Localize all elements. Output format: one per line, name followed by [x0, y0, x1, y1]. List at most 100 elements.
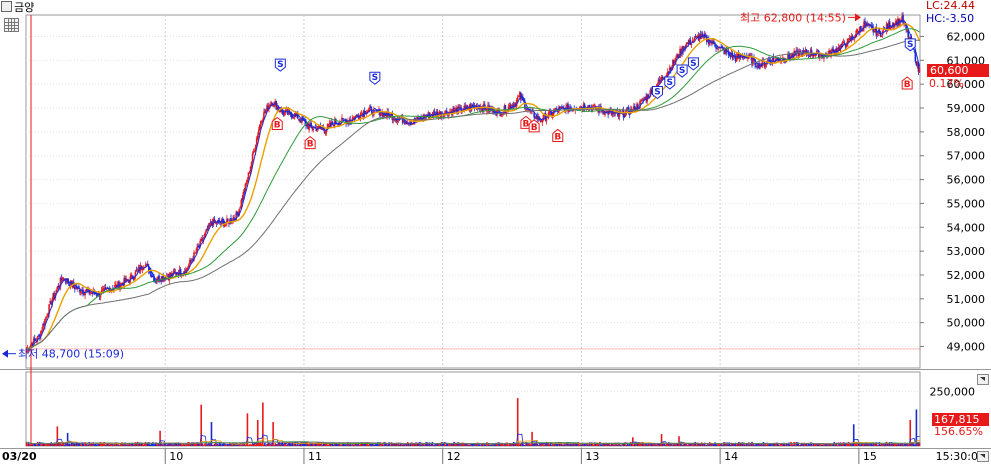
candle-body [292, 117, 295, 119]
candle-body [517, 96, 520, 98]
current-change: 0.17% [929, 77, 964, 90]
volume-bar [66, 432, 69, 446]
candle-body [541, 120, 544, 123]
candle-body [402, 120, 405, 122]
candle-body [327, 124, 330, 126]
sell-marker-label: S [907, 40, 913, 50]
price-tick-label: 49,000 [947, 341, 986, 354]
volume-ratio: 156.65% [934, 425, 983, 438]
candle-body [291, 116, 294, 118]
candle-body [360, 113, 363, 115]
sell-marker-label: S [667, 78, 673, 88]
candle-body [772, 57, 775, 61]
time-label-14: 14 [724, 450, 738, 463]
price-tick-label: 56,000 [947, 174, 986, 187]
candle-body [246, 180, 249, 182]
candle-body [204, 232, 207, 236]
sell-marker-label: S [372, 73, 378, 83]
candle-body [311, 127, 313, 129]
candle-body [873, 30, 876, 33]
candle-body [342, 118, 344, 120]
low-label: 최저 48,700 (15:09) [18, 348, 124, 361]
price-tick-label: 50,000 [947, 317, 986, 330]
candle-body [667, 71, 670, 73]
price-tick-label: 53,000 [947, 245, 986, 258]
candle-body [189, 259, 191, 265]
candle-body [374, 108, 376, 110]
candle-body [555, 108, 558, 110]
candle-body [261, 121, 263, 123]
time-label-12: 12 [447, 450, 461, 463]
buy-marker-label: B [522, 119, 529, 129]
time-label-15: 15 [863, 450, 877, 463]
candle-body [580, 106, 583, 108]
candle-body [369, 106, 372, 109]
price-tick-label: 55,000 [947, 197, 986, 210]
high-label: 최고 62,800 (14:55) [740, 11, 846, 24]
volume-menu-button[interactable] [977, 374, 989, 385]
buy-marker-label: B [274, 121, 281, 131]
candle-body [356, 114, 359, 116]
candle-body [498, 110, 501, 112]
volume-bar [531, 431, 533, 446]
candle-body [799, 50, 802, 52]
price-tick-label: 58,000 [947, 126, 986, 139]
candle-body [256, 135, 259, 139]
candle-body [902, 15, 904, 24]
price-tick-label: 52,000 [947, 269, 986, 282]
candle-body [714, 44, 716, 47]
buy-marker-label: B [554, 132, 561, 142]
candle-body [717, 48, 719, 50]
price-tick-label: 62,000 [947, 30, 986, 43]
price-tick-label: 51,000 [947, 293, 986, 306]
candle-body [245, 182, 248, 185]
candle-body [628, 114, 631, 116]
sell-marker-label: S [277, 60, 283, 70]
sell-marker-label: S [654, 88, 660, 98]
candle-body [709, 42, 711, 46]
chart-canvas[interactable]: 62,00061,00060,00059,00058,00057,00056,0… [0, 0, 991, 466]
candle-body [690, 43, 693, 45]
buy-marker-label: B [531, 123, 538, 133]
candle-body [240, 199, 243, 207]
volume-tick-label: 250,000 [930, 386, 976, 399]
candle-body [765, 63, 768, 65]
candle-body [227, 219, 229, 221]
candle-body [880, 35, 883, 37]
price-tick-label: 59,000 [947, 102, 986, 115]
candle-body [206, 229, 209, 231]
time-menu-button[interactable] [977, 451, 989, 462]
candle-body [650, 89, 653, 91]
current-price-box: 60,600 [927, 64, 989, 77]
candle-body [693, 37, 696, 41]
candle-body [115, 284, 117, 286]
buy-marker-label: B [904, 80, 911, 90]
candle-body [796, 50, 799, 52]
price-tick-label: 57,000 [947, 150, 986, 163]
candle-body [308, 125, 310, 131]
buy-marker-label: B [307, 140, 314, 150]
low-arrow-head [2, 349, 8, 358]
candle-body [403, 121, 406, 124]
candle-body [299, 119, 301, 121]
candle-body [857, 30, 859, 32]
candle-body [516, 97, 519, 100]
candle-body [856, 29, 858, 34]
candle-body [593, 104, 596, 106]
candle-body [526, 108, 528, 110]
sell-marker-label: S [690, 59, 696, 69]
time-label-start: 03/20 [2, 450, 37, 463]
candle-body [236, 211, 238, 216]
candle-body [500, 115, 503, 117]
candle-body [45, 316, 47, 320]
candle-body [860, 25, 862, 30]
sell-marker-label: S [679, 66, 685, 76]
candle-body [484, 104, 486, 107]
candle-body [114, 285, 116, 287]
candle-body [91, 292, 94, 294]
candle-body [252, 151, 255, 153]
candle-body [80, 292, 82, 294]
time-label-11: 11 [308, 450, 322, 463]
candle-body [433, 111, 436, 113]
stock-chart-window: 금양 LC:24.44 HC:-3.50 62,000 61,000 60,000 5… [0, 0, 991, 466]
